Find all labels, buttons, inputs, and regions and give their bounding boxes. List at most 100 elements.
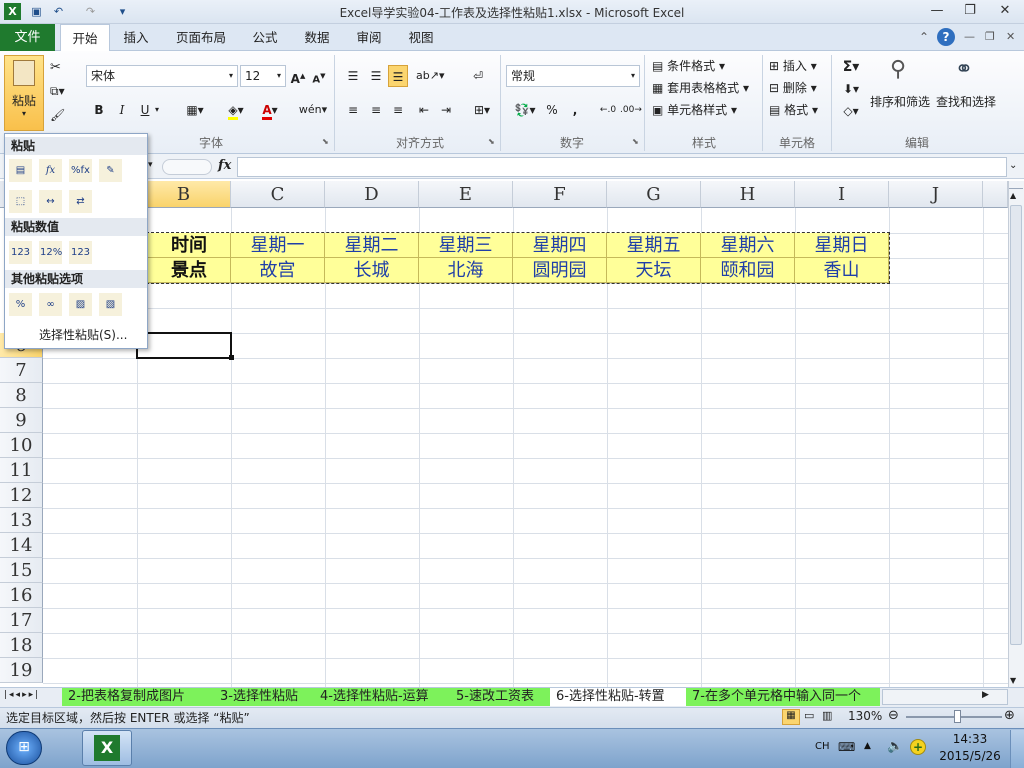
tab-insert[interactable]: 插入 — [113, 24, 159, 51]
tab-view[interactable]: 视图 — [399, 24, 443, 51]
column-header-c[interactable]: C — [231, 181, 325, 208]
font-name-select[interactable]: 宋体 ▾ — [86, 65, 238, 87]
paste-link-icon[interactable]: ∞ — [39, 293, 62, 316]
tab-file[interactable]: 文件 — [0, 24, 55, 51]
align-center-icon[interactable]: ≡ — [366, 99, 386, 121]
increase-decimal-icon[interactable]: ←.0 — [598, 99, 618, 121]
language-indicator[interactable]: CH — [815, 741, 830, 752]
clock-time[interactable]: 14:33 — [950, 732, 990, 746]
row-header-18[interactable]: 18 — [0, 633, 43, 658]
column-header-e[interactable]: E — [419, 181, 513, 208]
wb-close-icon[interactable]: ✕ — [1006, 30, 1015, 43]
clock-date[interactable]: 2015/5/26 — [936, 749, 1004, 763]
zoom-in-icon[interactable]: ⊕ — [1004, 708, 1015, 723]
paste-keep-col-widths-icon[interactable]: ↔ — [39, 190, 62, 213]
paste-keep-source-format-icon[interactable]: ✎ — [99, 159, 122, 182]
row-header-14[interactable]: 14 — [0, 533, 43, 558]
shrink-font-icon[interactable]: A▼ — [311, 65, 327, 87]
zoom-out-icon[interactable]: ⊖ — [888, 708, 899, 723]
paste-special-menu-item[interactable]: 选择性粘贴(S)... — [39, 326, 127, 343]
close-button[interactable]: ✕ — [990, 0, 1020, 22]
format-painter-icon[interactable]: 🖌 — [50, 108, 65, 122]
tab-formulas[interactable]: 公式 — [243, 24, 287, 51]
paste-no-borders-icon[interactable]: ⬚ — [9, 190, 32, 213]
format-cells-button[interactable]: ▤ 格式 ▾ — [769, 100, 818, 120]
sheet-tab[interactable]: 5-速改工资表 — [450, 688, 550, 706]
row-header-9[interactable]: 9 — [0, 408, 43, 433]
paste-values-numformat-icon[interactable]: 12% — [39, 241, 62, 264]
tab-review[interactable]: 审阅 — [347, 24, 391, 51]
conditional-format-button[interactable]: ▤ 条件格式 ▾ — [652, 56, 725, 76]
keyboard-icon[interactable]: ⌨ — [838, 740, 855, 754]
align-top-icon[interactable]: ☰ — [343, 65, 363, 87]
comma-button[interactable]: , — [568, 99, 582, 121]
tab-page-layout[interactable]: 页面布局 — [170, 24, 232, 51]
paste-transpose-icon[interactable]: ⇄ — [69, 190, 92, 213]
sheet-tab[interactable]: 2-把表格复制成图片 — [62, 688, 214, 706]
scroll-down-icon[interactable]: ▼ — [1010, 676, 1016, 685]
phonetic-guide-icon[interactable]: wén▾ — [298, 99, 328, 121]
network-status-icon[interactable]: + — [910, 739, 926, 755]
tab-data[interactable]: 数据 — [295, 24, 339, 51]
vertical-scroll-thumb[interactable] — [1010, 205, 1022, 645]
paste-formulas-numformat-icon[interactable]: %fx — [69, 159, 92, 182]
insert-cells-button[interactable]: ⊞ 插入 ▾ — [769, 56, 817, 76]
zoom-level[interactable]: 130% — [848, 709, 882, 723]
find-select-button[interactable]: 查找和选择 — [934, 93, 998, 110]
font-color-icon[interactable]: A▾ — [256, 99, 284, 121]
cell-styles-button[interactable]: ▣ 单元格样式 ▾ — [652, 100, 737, 120]
row-header-17[interactable]: 17 — [0, 608, 43, 633]
autosum-icon[interactable]: Σ▾ — [838, 56, 864, 78]
merge-center-icon[interactable]: ⊞▾ — [468, 99, 496, 121]
sheet-tab[interactable]: 4-选择性粘贴-运算 — [314, 688, 450, 706]
percent-button[interactable]: % — [544, 99, 560, 121]
zoom-slider-thumb[interactable] — [954, 710, 961, 723]
sheet-tab[interactable]: 7-在多个单元格中输入同一个 — [686, 688, 880, 706]
align-right-icon[interactable]: ≡ — [388, 99, 408, 121]
name-box-dropdown-icon[interactable]: ▾ — [148, 160, 153, 170]
format-as-table-button[interactable]: ▦ 套用表格格式 ▾ — [652, 78, 749, 98]
paste-values-icon[interactable]: 123 — [9, 241, 32, 264]
orientation-icon[interactable]: ab↗▾ — [416, 65, 444, 87]
paste-picture-icon[interactable]: ▨ — [69, 293, 92, 316]
paste-linked-picture-icon[interactable]: ▧ — [99, 293, 122, 316]
row-header-15[interactable]: 15 — [0, 558, 43, 583]
row-header-8[interactable]: 8 — [0, 383, 43, 408]
restore-button[interactable]: ❐ — [955, 0, 985, 22]
page-layout-view-icon[interactable]: ▭ — [804, 709, 814, 722]
decrease-decimal-icon[interactable]: .00→ — [620, 99, 642, 121]
borders-icon[interactable]: ▦▾ — [180, 99, 210, 121]
formula-bar-splitter[interactable] — [162, 159, 212, 175]
grow-font-icon[interactable]: A▲ — [290, 65, 306, 87]
column-header-g[interactable]: G — [607, 181, 701, 208]
horizontal-scrollbar[interactable] — [882, 689, 1008, 705]
wb-restore-icon[interactable]: ❐ — [985, 30, 995, 43]
page-break-view-icon[interactable]: ▥ — [822, 709, 832, 722]
paste-icon[interactable]: ▤ — [9, 159, 32, 182]
insert-function-button[interactable]: fx — [218, 158, 231, 173]
active-cell[interactable] — [136, 332, 232, 359]
sheet-tab[interactable]: 3-选择性粘贴 — [214, 688, 314, 706]
minimize-ribbon-icon[interactable]: ⌃ — [919, 30, 929, 44]
column-header-k[interactable] — [983, 181, 1008, 208]
tab-home[interactable]: 开始 — [60, 24, 110, 52]
cut-icon[interactable]: ✂ — [50, 60, 61, 75]
row-header-19[interactable]: 19 — [0, 658, 43, 683]
font-size-select[interactable]: 12 ▾ — [240, 65, 286, 87]
number-format-select[interactable]: 常规 ▾ — [506, 65, 640, 87]
show-desktop-button[interactable] — [1010, 730, 1024, 768]
row-header-13[interactable]: 13 — [0, 508, 43, 533]
row-header-7[interactable]: 7 — [0, 358, 43, 383]
volume-icon[interactable]: 🔈 — [887, 739, 903, 754]
taskbar-excel-button[interactable]: X — [82, 730, 132, 766]
underline-dropdown-icon[interactable]: ▾ — [155, 105, 159, 114]
paste-values-source-format-icon[interactable]: 123 — [69, 241, 92, 264]
row-header-10[interactable]: 10 — [0, 433, 43, 458]
accounting-format-icon[interactable]: 💱▾ — [510, 99, 540, 121]
column-header-b[interactable]: B — [137, 181, 231, 208]
fill-color-icon[interactable]: ◈▾ — [222, 99, 250, 121]
scroll-right-icon[interactable]: ▶ — [982, 690, 989, 700]
paste-formatting-icon[interactable]: % — [9, 293, 32, 316]
formula-input[interactable] — [237, 157, 1007, 177]
delete-cells-button[interactable]: ⊟ 删除 ▾ — [769, 78, 817, 98]
